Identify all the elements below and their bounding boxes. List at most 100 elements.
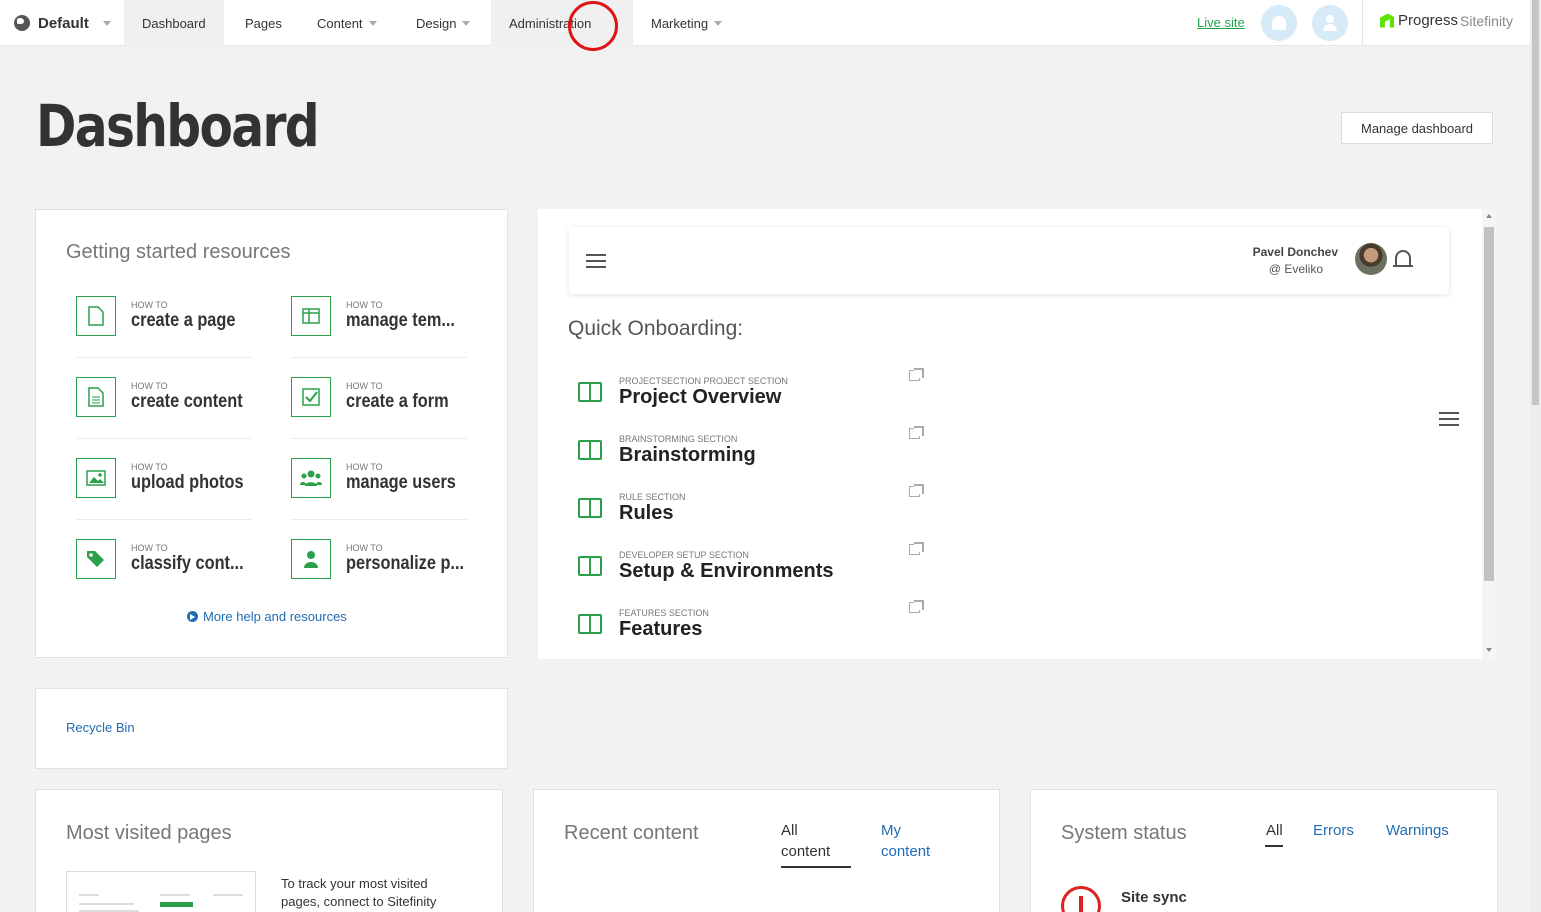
page-icon [76, 296, 116, 336]
template-icon [291, 296, 331, 336]
system-status-card: System status [1030, 789, 1498, 912]
resource-manage-templates[interactable]: HOW TO manage tem... [291, 296, 467, 360]
resource-create-page[interactable]: HOW TO create a page [76, 296, 252, 360]
onboarding-item-features[interactable]: FEATURES SECTION Features [578, 600, 938, 652]
nav-design[interactable]: Design [398, 0, 488, 46]
onboarding-embed: Pavel Donchev @ Eveliko Quick Onboarding… [538, 209, 1482, 659]
resource-upload-photos[interactable]: HOW TO upload photos [76, 458, 252, 522]
resource-classify-content[interactable]: HOW TO classify cont... [76, 539, 252, 603]
embed-scrollbar[interactable] [1482, 209, 1497, 659]
system-status-title: System status [1061, 822, 1187, 844]
howto-label: HOW TO [131, 381, 168, 391]
user-menu-button[interactable] [1312, 5, 1348, 41]
recycle-bin-link[interactable]: Recycle Bin [66, 720, 135, 735]
selected-tab-underline [781, 866, 851, 868]
tab-my-content[interactable]: My content [881, 820, 949, 862]
progress-sitefinity-logo: Progress Sitefinity [1380, 12, 1513, 29]
onboarding-item-project-overview[interactable]: PROJECTSECTION PROJECT SECTION Project O… [578, 368, 938, 420]
nav-divider [1362, 0, 1363, 46]
nav-pages-label: Pages [245, 15, 282, 31]
howto-label: HOW TO [346, 300, 383, 310]
resource-label: manage users [346, 472, 456, 493]
external-link-icon[interactable] [909, 542, 924, 555]
howto-label: HOW TO [346, 543, 383, 553]
user-handle: @ Eveliko [1268, 262, 1323, 276]
nav-content-label: Content [317, 15, 363, 31]
section-label: DEVELOPER SETUP SECTION [619, 550, 749, 560]
globe-icon [14, 15, 30, 31]
section-label: FEATURES SECTION [619, 608, 709, 618]
divider [291, 519, 467, 520]
book-icon [578, 440, 602, 460]
user-name: Pavel Donchev [1252, 245, 1338, 259]
person-icon [291, 539, 331, 579]
resource-create-content[interactable]: HOW TO create content [76, 377, 252, 441]
resource-label: create a form [346, 391, 449, 412]
nav-marketing[interactable]: Marketing [633, 0, 740, 46]
external-link-icon[interactable] [909, 368, 924, 381]
page-scrollbar[interactable] [1530, 0, 1541, 912]
divider [76, 357, 252, 358]
onboarding-item-brainstorming[interactable]: BRAINSTORMING SECTION Brainstorming [578, 426, 938, 478]
page-title: Dashboard [36, 92, 320, 160]
embed-scrollbar-thumb[interactable] [1484, 227, 1494, 581]
site-selector[interactable]: Default [14, 0, 111, 46]
resource-create-form[interactable]: HOW TO create a form [291, 377, 467, 441]
howto-label: HOW TO [346, 462, 383, 472]
nav-content[interactable]: Content [299, 0, 395, 46]
most-visited-title: Most visited pages [66, 822, 232, 844]
hamburger-menu-icon[interactable] [1439, 412, 1459, 426]
tab-status-warnings[interactable]: Warnings [1386, 820, 1449, 841]
progress-logo-icon [1380, 13, 1394, 28]
page-scrollbar-thumb[interactable] [1532, 0, 1539, 405]
analytics-preview-image [66, 871, 256, 912]
item-title: Project Overview [619, 386, 782, 408]
tab-status-all[interactable]: All [1266, 820, 1283, 841]
item-title: Features [619, 618, 703, 640]
resource-label: classify cont... [131, 553, 244, 574]
book-icon [578, 614, 602, 634]
book-icon [578, 556, 602, 576]
getting-started-title: Getting started resources [66, 241, 291, 263]
notifications-button[interactable] [1261, 5, 1297, 41]
more-help-link[interactable]: More help and resources [187, 609, 347, 624]
item-title: Setup & Environments [619, 560, 834, 582]
nav-dashboard[interactable]: Dashboard [124, 0, 224, 46]
external-link-icon[interactable] [909, 426, 924, 439]
chevron-down-icon [368, 20, 377, 26]
recent-content-title: Recent content [564, 822, 699, 844]
resource-label: manage tem... [346, 310, 455, 331]
logo-sub-text: Sitefinity [1460, 12, 1513, 29]
avatar[interactable] [1355, 243, 1387, 275]
tab-status-errors[interactable]: Errors [1313, 820, 1354, 841]
resource-personalize-pages[interactable]: HOW TO personalize p... [291, 539, 467, 603]
resource-manage-users[interactable]: HOW TO manage users [291, 458, 467, 522]
image-icon [76, 458, 116, 498]
section-label: BRAINSTORMING SECTION [619, 434, 738, 444]
quick-onboarding-title: Quick Onboarding: [568, 317, 744, 340]
tab-all-content[interactable]: All content [781, 820, 849, 862]
nav-pages[interactable]: Pages [227, 0, 300, 46]
chevron-down-icon [102, 20, 111, 26]
resource-label: create a page [131, 310, 236, 331]
onboarding-item-rules[interactable]: RULE SECTION Rules [578, 484, 938, 536]
external-link-icon[interactable] [909, 484, 924, 497]
bell-icon[interactable] [1393, 250, 1413, 267]
manage-dashboard-button[interactable]: Manage dashboard [1341, 112, 1493, 144]
chevron-down-icon [714, 20, 723, 26]
onboarding-item-setup[interactable]: DEVELOPER SETUP SECTION Setup & Environm… [578, 542, 938, 594]
most-visited-message: To track your most visited pages, connec… [281, 876, 437, 909]
divider [291, 357, 467, 358]
howto-label: HOW TO [131, 543, 168, 553]
howto-label: HOW TO [131, 462, 168, 472]
resource-label: create content [131, 391, 243, 412]
scroll-up-arrow-icon[interactable] [1486, 214, 1492, 218]
hamburger-menu-icon[interactable] [586, 254, 606, 268]
item-title: Brainstorming [619, 444, 756, 466]
resource-label: upload photos [131, 472, 244, 493]
external-link-icon[interactable] [909, 600, 924, 613]
scroll-down-arrow-icon[interactable] [1486, 648, 1492, 652]
selected-tab-underline [1265, 845, 1283, 847]
live-site-link[interactable]: Live site [1197, 15, 1245, 30]
howto-label: HOW TO [131, 300, 168, 310]
